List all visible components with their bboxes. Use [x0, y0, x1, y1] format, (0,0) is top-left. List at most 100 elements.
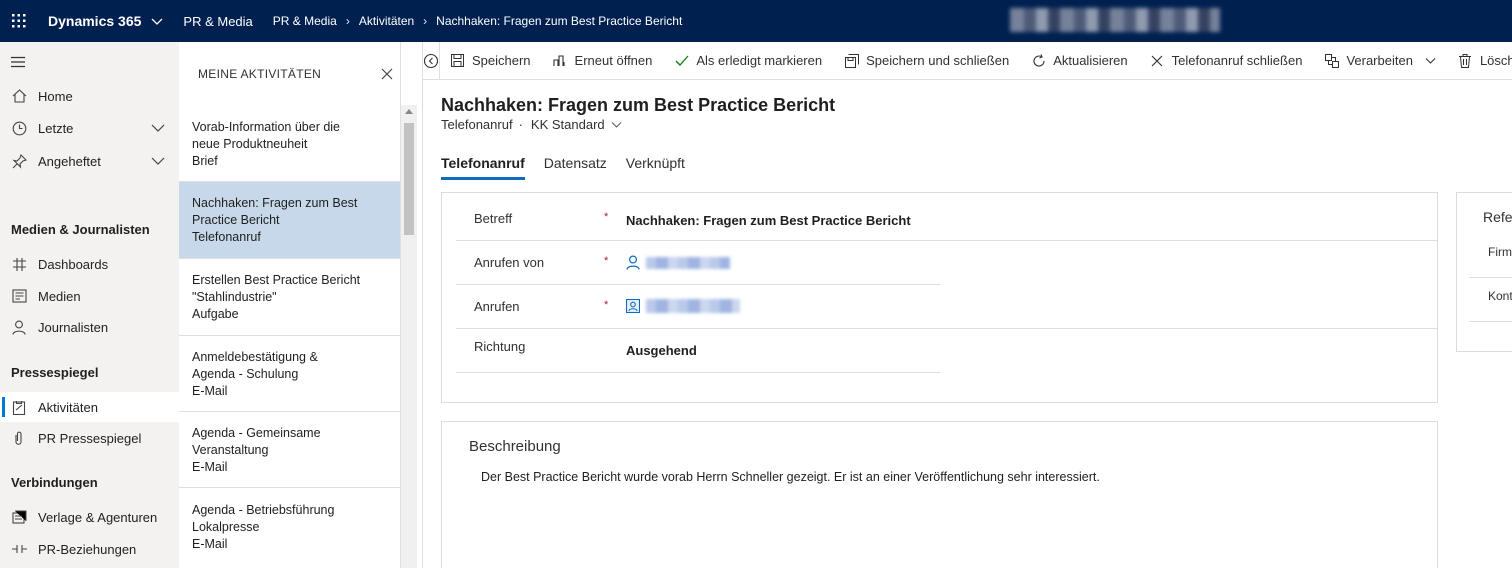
field-call-to[interactable]: Anrufen * [456, 285, 1438, 329]
app-launcher-icon[interactable] [0, 0, 38, 42]
divider [422, 42, 423, 568]
nav-item-label: Medien [38, 288, 81, 304]
call-to-lookup[interactable] [626, 299, 740, 313]
required-indicator: * [604, 211, 609, 223]
close-icon[interactable] [381, 68, 393, 80]
reference-panel: Refe Firm Kont [1456, 192, 1512, 352]
nav-item-label: Journalisten [38, 319, 109, 335]
list-item[interactable]: Vorab-Information über die neue Produktn… [179, 104, 400, 182]
redacted-value [646, 299, 740, 313]
save-close-icon [844, 53, 859, 68]
nav-item-media[interactable]: Medien [0, 281, 179, 311]
record-title: Nachhaken: Fragen zum Best Practice Beri… [441, 95, 836, 115]
refresh-icon [1031, 53, 1046, 68]
description-text[interactable]: Der Best Practice Bericht wurde vorab He… [481, 470, 1100, 484]
nav-group-title: Pressespiegel [11, 365, 99, 380]
list-item-selected[interactable]: Nachhaken: Fragen zum Best Practice Beri… [179, 182, 400, 259]
form-tabs: Telefonanruf Datensatz Verknüpft [441, 155, 704, 180]
chevron-down-icon[interactable] [151, 15, 163, 27]
breadcrumb-item[interactable]: Aktivitäten [359, 14, 414, 28]
direction-value[interactable]: Ausgehend [626, 343, 697, 358]
area-name[interactable]: PR & Media [183, 14, 252, 29]
form-selector[interactable]: KK Standard [531, 117, 605, 132]
divider [1469, 277, 1512, 278]
breadcrumb-item: Nachhaken: Fragen zum Best Practice Beri… [436, 14, 683, 28]
person-icon [11, 319, 27, 335]
mark-complete-button[interactable]: Als erledigt markieren [674, 53, 822, 68]
back-button[interactable] [423, 41, 440, 80]
nav-item-pr-press-review[interactable]: PR Pressespiegel [0, 423, 179, 453]
home-icon [11, 88, 27, 104]
nav-item-dashboards[interactable]: Dashboards [0, 249, 179, 279]
reference-panel-title: Refe [1483, 209, 1512, 225]
building-icon [11, 509, 27, 525]
chevron-down-icon[interactable] [151, 155, 165, 167]
nav-item-journalists[interactable]: Journalisten [0, 312, 179, 342]
reference-label: Firm [1488, 245, 1512, 259]
chevron-right-icon: › [423, 14, 428, 28]
divider [1469, 321, 1512, 322]
save-and-close-button[interactable]: Speichern und schließen [844, 53, 1009, 68]
redacted-user-area [1010, 8, 1220, 32]
person-icon [626, 255, 640, 270]
tab-record[interactable]: Datensatz [544, 155, 607, 180]
nav-item-publishers[interactable]: Verlage & Agenturen [0, 502, 179, 532]
nav-group-title: Verbindungen [11, 475, 98, 490]
save-button[interactable]: Speichern [450, 53, 531, 68]
nav-item-pr-relations[interactable]: PR-Beziehungen [0, 534, 179, 564]
nav-item-activities[interactable]: Aktivitäten [0, 392, 179, 422]
list-scrollbar[interactable] [401, 105, 417, 568]
list-item[interactable]: Erstellen Best Practice Bericht "Stahlin… [179, 259, 400, 336]
trash-icon [1458, 53, 1473, 68]
list-item[interactable]: Agenda - Gemeinsame Veranstaltung E-Mail [179, 412, 400, 488]
list-item[interactable]: Agenda - Betriebsführung Lokalpresse E-M… [179, 488, 400, 568]
activity-list-panel: MEINE AKTIVITÄTEN Vorab-Information über… [179, 42, 401, 568]
reopen-button[interactable]: Erneut öffnen [553, 53, 652, 68]
process-icon [1324, 53, 1339, 68]
attachment-icon [11, 430, 27, 446]
sitemap-nav: Home Letzte Angeheftet Medien & Journali… [0, 42, 179, 568]
field-subject[interactable]: Betreff * Nachhaken: Fragen zum Best Pra… [456, 197, 1438, 241]
nav-item-home[interactable]: Home [0, 81, 179, 111]
process-button[interactable]: Verarbeiten [1324, 53, 1436, 68]
newspaper-icon [11, 288, 27, 304]
tab-phone-call[interactable]: Telefonanruf [441, 155, 525, 180]
hamburger-icon[interactable] [11, 56, 25, 71]
required-indicator: * [604, 299, 609, 311]
breadcrumb-item[interactable]: PR & Media [273, 14, 337, 28]
back-arrow-icon [423, 53, 439, 68]
chevron-down-icon[interactable] [151, 122, 165, 134]
top-bar: Dynamics 365 PR & Media PR & Media › Akt… [0, 0, 1512, 42]
tab-related[interactable]: Verknüpft [626, 155, 685, 180]
contact-card-icon [626, 299, 640, 313]
scroll-thumb[interactable] [404, 123, 414, 235]
save-icon [450, 53, 465, 68]
clipboard-icon [11, 399, 27, 415]
connection-icon [11, 541, 27, 557]
close-call-button[interactable]: Telefonanruf schließen [1150, 53, 1302, 68]
list-item[interactable]: Anmeldebestätigung & Agenda - Schulung E… [179, 336, 400, 412]
refresh-button[interactable]: Aktualisieren [1031, 53, 1128, 68]
record-subtitle: Telefonanruf · KK Standard [441, 117, 622, 132]
field-call-from[interactable]: Anrufen von * [456, 241, 940, 285]
nav-item-pinned[interactable]: Angeheftet [0, 146, 179, 176]
dashboard-icon [11, 256, 27, 272]
nav-item-label: Letzte [38, 120, 74, 136]
field-direction[interactable]: Richtung Ausgehend [456, 329, 940, 373]
nav-item-label: Dashboards [38, 256, 109, 272]
subject-value[interactable]: Nachhaken: Fragen zum Best Practice Beri… [626, 213, 911, 228]
nav-item-recent[interactable]: Letzte [0, 113, 179, 143]
description-section: Beschreibung Der Best Practice Bericht w… [441, 421, 1438, 568]
nav-item-label: PR-Beziehungen [38, 541, 137, 557]
app-name[interactable]: Dynamics 365 [48, 13, 141, 29]
call-from-lookup[interactable] [626, 255, 730, 270]
list-title: MEINE AKTIVITÄTEN [198, 67, 322, 81]
delete-button[interactable]: Löschen [1458, 53, 1512, 68]
description-title: Beschreibung [469, 438, 561, 455]
reopen-icon [553, 53, 568, 68]
nav-group-title: Medien & Journalisten [11, 222, 150, 237]
chevron-down-icon[interactable] [611, 121, 622, 129]
scroll-up-arrow-icon[interactable] [405, 109, 413, 114]
breadcrumb: PR & Media › Aktivitäten › Nachhaken: Fr… [273, 14, 683, 28]
chevron-down-icon[interactable] [1425, 57, 1436, 65]
